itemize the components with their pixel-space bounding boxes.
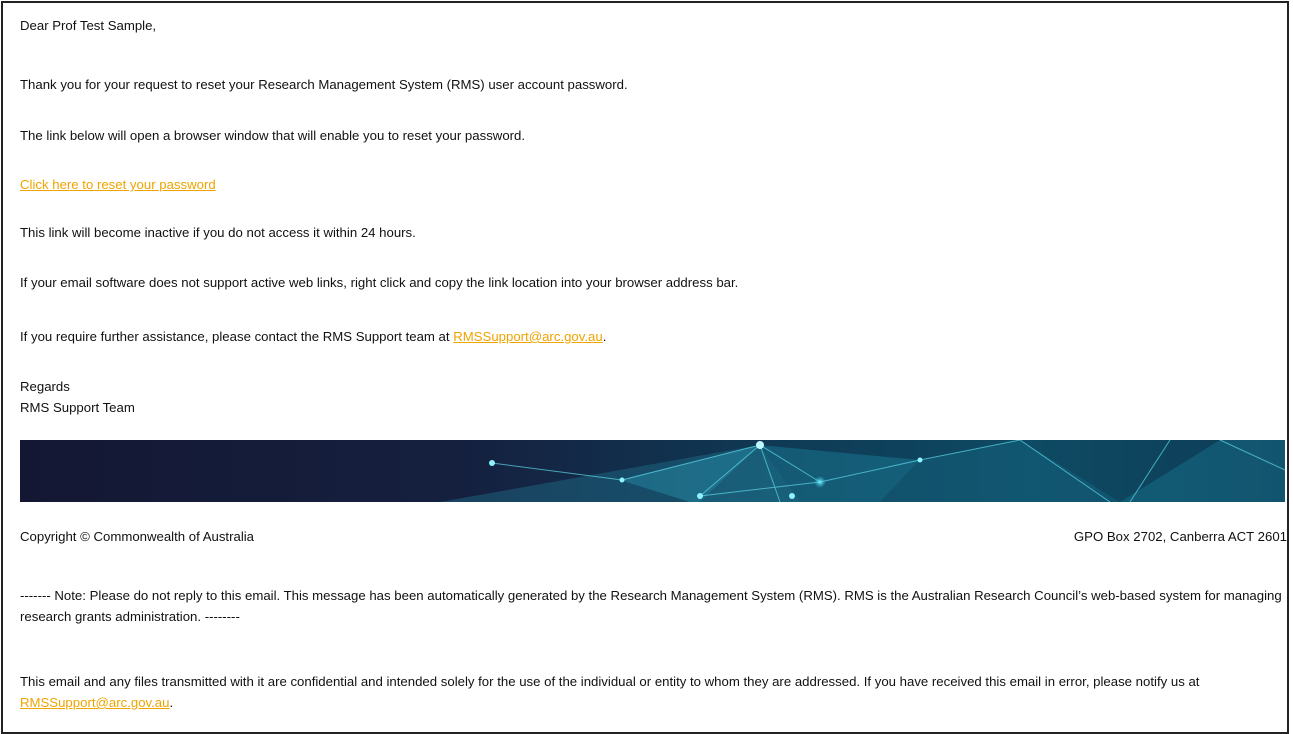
confidentiality-notice: This email and any files transmitted wit… [20,671,1288,713]
signature: RMS Support Team [20,400,135,415]
para-support: If you require further assistance, pleas… [20,329,606,344]
support-email-link[interactable]: RMSSupport@arc.gov.au [453,329,602,344]
email-frame: Dear Prof Test Sample, Thank you for you… [1,1,1289,734]
regards: Regards [20,379,70,394]
para-expiry: This link will become inactive if you do… [20,225,416,240]
postal-address: GPO Box 2702, Canberra ACT 2601 [1073,529,1287,544]
confidential-prefix: This email and any files transmitted wit… [20,674,1200,689]
para-link-info: The link below will open a browser windo… [20,128,526,143]
greeting: Dear Prof Test Sample, [20,18,157,33]
support-prefix: If you require further assistance, pleas… [20,329,454,344]
reset-password-link[interactable]: Click here to reset your password [20,177,216,192]
network-banner-image [20,440,1285,502]
confidential-email-link[interactable]: RMSSupport@arc.gov.au [20,695,169,710]
auto-generated-note: ------- Note: Please do not reply to thi… [20,588,1282,624]
para-reset-request: Thank you for your request to reset your… [20,77,628,92]
confidential-suffix: . [169,695,174,710]
para-web-links: If your email software does not support … [20,275,739,290]
copyright: Copyright © Commonwealth of Australia [20,529,255,544]
support-suffix: . [602,329,607,344]
